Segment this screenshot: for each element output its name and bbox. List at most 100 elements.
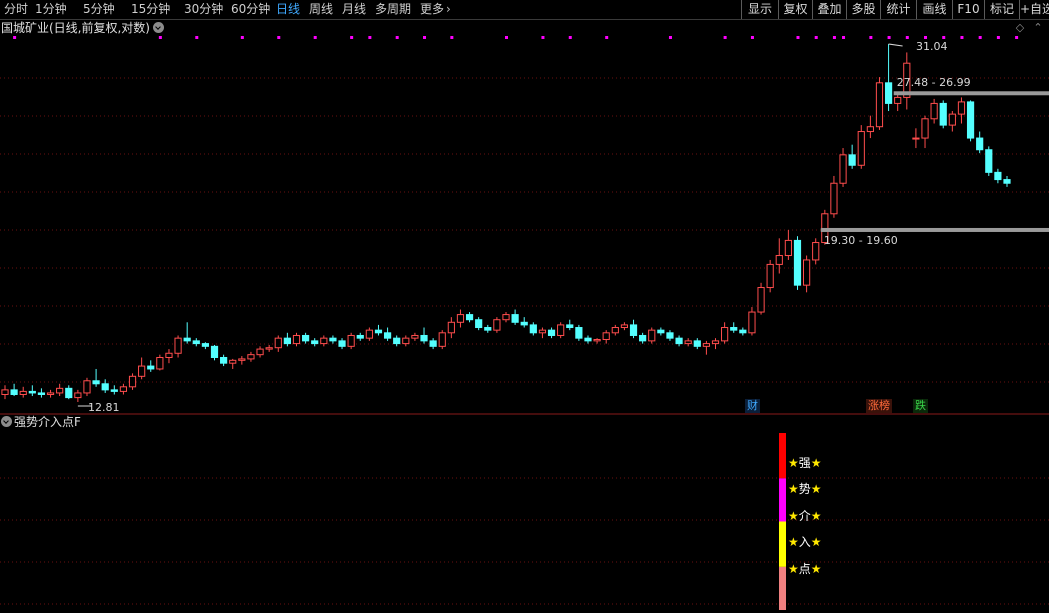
candle: [866, 115, 874, 139]
candle-body: [65, 387, 73, 399]
candle-body: [274, 337, 282, 349]
indicator-bar-segment: [779, 521, 786, 567]
period-tab-60min[interactable]: 60分钟: [231, 1, 270, 18]
stats-button[interactable]: 统计: [880, 0, 916, 19]
candle: [529, 322, 537, 336]
candle-body: [593, 339, 601, 342]
candle: [383, 327, 392, 341]
period-tab-5min[interactable]: 5分钟: [83, 1, 115, 18]
candle: [475, 317, 483, 331]
candle: [985, 146, 993, 176]
candle-body: [730, 327, 738, 331]
candle: [666, 330, 674, 341]
candle-body: [812, 242, 820, 261]
candle: [174, 335, 182, 358]
add-watchlist-button[interactable]: +自选: [1019, 0, 1049, 19]
candle-body: [147, 365, 155, 370]
signal-dot: [13, 36, 17, 39]
candle-body: [839, 154, 847, 184]
candle-body: [329, 337, 337, 342]
candle-body: [265, 347, 273, 350]
candle-body: [675, 337, 683, 345]
candle-body: [520, 321, 528, 326]
candle-body: [411, 334, 419, 339]
candle-body: [210, 345, 219, 358]
candle-body: [475, 319, 483, 329]
candle-body: [1003, 179, 1011, 184]
period-tab-weekly[interactable]: 周线: [309, 1, 333, 18]
candle-body: [138, 365, 146, 377]
signal-dot: [368, 36, 372, 39]
candle: [484, 324, 492, 333]
overlay-button[interactable]: 叠加: [812, 0, 846, 19]
candle: [347, 332, 355, 350]
candle-body: [183, 337, 191, 342]
finance-tag[interactable]: 财: [745, 399, 760, 413]
candle-body: [393, 337, 401, 345]
candle-body: [639, 334, 647, 342]
candle: [976, 131, 984, 154]
star-icon: ★: [810, 456, 822, 470]
candle: [884, 44, 893, 112]
candle: [721, 322, 729, 344]
signal-dot: [942, 36, 946, 39]
signal-dot: [905, 36, 909, 39]
candle: [620, 322, 629, 331]
signal-dot: [350, 36, 354, 39]
candle-body: [338, 340, 346, 347]
candle: [557, 322, 565, 339]
candle-body: [365, 329, 373, 339]
period-tab-more[interactable]: 更多: [420, 1, 444, 18]
candle: [957, 97, 966, 124]
candle-body: [429, 340, 437, 347]
signal-label-jie: ★介★: [788, 509, 822, 523]
candle-body: [547, 329, 556, 336]
star-icon: ★: [810, 482, 822, 496]
adjust-button[interactable]: 复权: [778, 0, 812, 19]
signal-label-shi: ★势★: [788, 482, 822, 496]
candle: [493, 317, 501, 333]
candle: [511, 309, 519, 325]
candle: [739, 327, 747, 336]
period-tab-30min[interactable]: 30分钟: [184, 1, 223, 18]
candle-body: [292, 334, 301, 345]
top-gainer-tag[interactable]: 涨榜: [866, 399, 892, 413]
display-button[interactable]: 显示: [741, 0, 778, 19]
f10-button[interactable]: F10: [952, 0, 984, 19]
candle: [447, 317, 455, 339]
period-tab-1min[interactable]: 1分钟: [35, 1, 67, 18]
more-arrow-icon[interactable]: ›: [446, 1, 451, 18]
candle: [220, 354, 228, 367]
candle-body: [56, 387, 64, 394]
decline-tag[interactable]: 跌: [913, 399, 928, 413]
candle: [547, 327, 556, 339]
candlestick-chart[interactable]: [0, 20, 1049, 415]
period-tab-monthly[interactable]: 月线: [342, 1, 366, 18]
candle: [693, 338, 701, 350]
star-icon: ★: [810, 562, 822, 576]
candle-body: [538, 329, 547, 334]
multi-stock-button[interactable]: 多股: [846, 0, 880, 19]
candle-body: [857, 131, 865, 166]
period-tab-multi[interactable]: 多周期: [375, 1, 411, 18]
candle-body: [247, 354, 255, 360]
period-tab-15min[interactable]: 15分钟: [131, 1, 170, 18]
candle-body: [456, 314, 465, 323]
indicator-chart[interactable]: [0, 430, 1049, 613]
candle-body: [156, 356, 164, 370]
mark-button[interactable]: 标记: [984, 0, 1019, 19]
period-tab-timeshare[interactable]: 分时: [4, 1, 28, 18]
candle: [930, 98, 938, 124]
period-tab-daily[interactable]: 日线: [276, 1, 300, 18]
candle: [374, 324, 383, 336]
indicator-settings-icon[interactable]: [1, 416, 12, 427]
candle: [894, 94, 902, 112]
draw-line-button[interactable]: 画线: [916, 0, 952, 19]
candle: [602, 330, 610, 344]
candle: [730, 322, 738, 333]
candle: [812, 238, 820, 265]
signal-dot: [723, 36, 727, 39]
candle: [857, 125, 865, 169]
candle: [238, 356, 246, 365]
candle: [411, 332, 419, 341]
